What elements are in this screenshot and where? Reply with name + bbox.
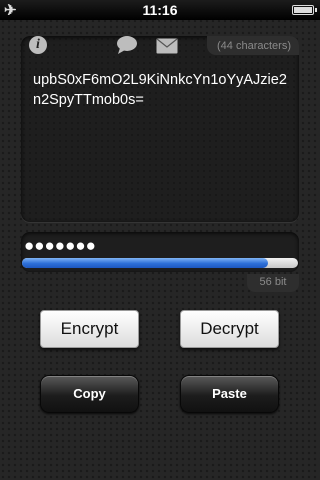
envelope-icon[interactable]: [156, 38, 178, 54]
status-time: 11:16: [142, 2, 178, 18]
info-icon[interactable]: i: [29, 36, 47, 54]
cipher-text-panel[interactable]: (44 characters) upbS0xF6mO2L9KiNnkcYn1oY…: [21, 36, 299, 222]
paste-button[interactable]: Paste: [180, 375, 279, 413]
status-bar: ✈ 11:16: [0, 0, 320, 20]
password-panel[interactable]: ●●●●●●●: [21, 232, 299, 272]
password-field[interactable]: ●●●●●●●: [24, 236, 96, 256]
strength-bits-label: 56 bit: [247, 274, 299, 292]
cipher-text[interactable]: upbS0xF6mO2L9KiNnkcYn1oYyAJzie2n2SpyTTmo…: [33, 70, 291, 110]
copy-button[interactable]: Copy: [40, 375, 139, 413]
decrypt-button[interactable]: Decrypt: [180, 310, 279, 348]
encrypt-button[interactable]: Encrypt: [40, 310, 139, 348]
battery-icon: [292, 5, 317, 15]
character-count: (44 characters): [207, 36, 299, 55]
chat-bubble-icon[interactable]: [116, 35, 138, 55]
strength-meter-fill: [22, 258, 268, 268]
strength-meter: [22, 258, 298, 268]
